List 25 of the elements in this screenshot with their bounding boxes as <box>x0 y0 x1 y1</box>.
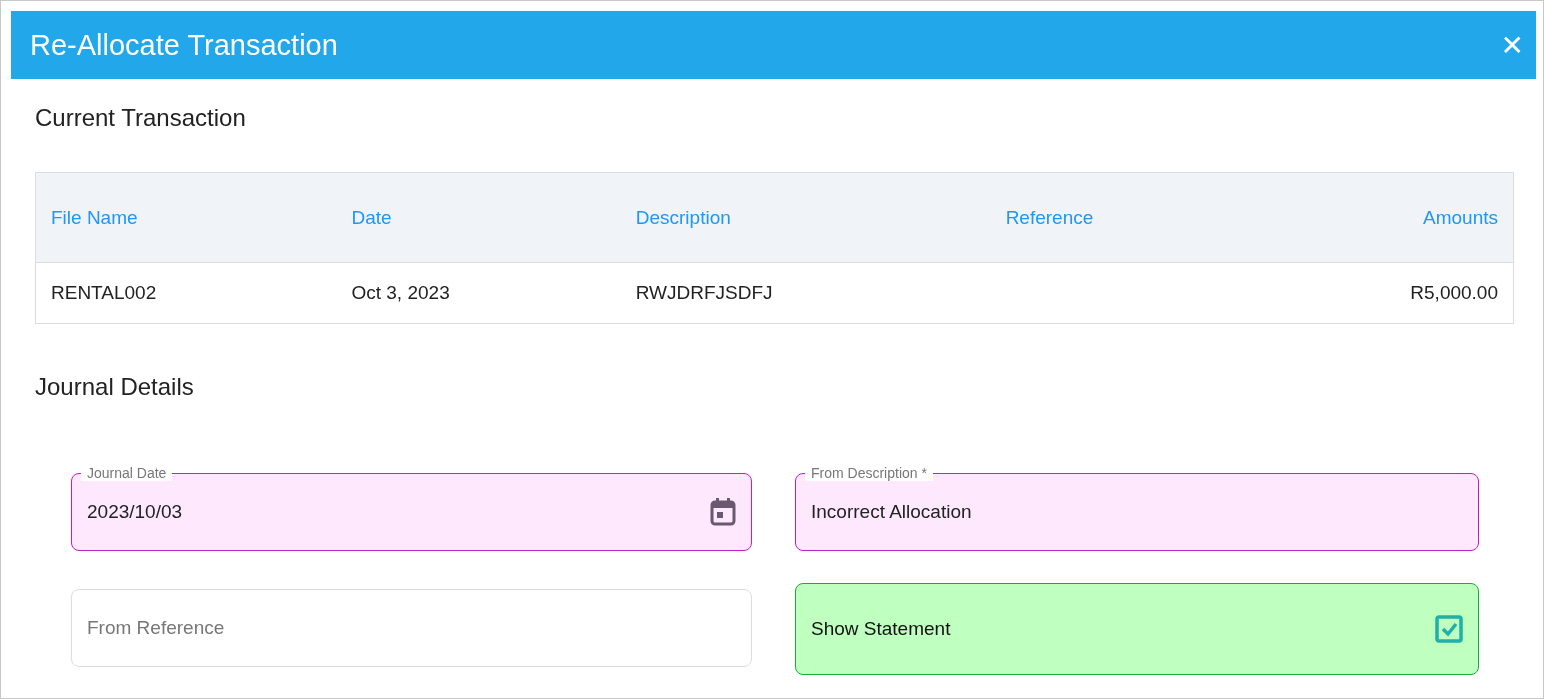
text-input[interactable]: From Reference <box>87 617 736 639</box>
section-heading: Journal Details <box>35 373 195 401</box>
dialog-title: Re-Allocate Transaction <box>30 28 338 62</box>
checkbox[interactable] <box>1435 615 1463 643</box>
date-input[interactable]: 2023/10/03 <box>87 501 710 523</box>
column-header: Description <box>620 172 991 263</box>
field-label: Journal Date <box>81 465 173 481</box>
section-heading: Current Transaction <box>35 104 247 132</box>
table-cell: RENTAL002 <box>35 262 337 324</box>
column-header: Reference <box>990 172 1252 263</box>
field-label: From Description * <box>805 465 933 481</box>
calendar-icon[interactable] <box>710 498 736 526</box>
text-field[interactable]: From Description * Incorrect Allocation <box>795 465 1479 551</box>
column-header: File Name <box>35 172 337 263</box>
table-cell: RWJDRFJSDFJ <box>620 262 991 324</box>
checkbox-label: Show Statement <box>811 618 951 640</box>
text-input[interactable]: Incorrect Allocation <box>811 501 1463 523</box>
input-box[interactable]: From Reference <box>71 589 752 667</box>
table-cell: Oct 3, 2023 <box>336 262 621 324</box>
column-header: Amounts <box>1251 172 1514 263</box>
date-field[interactable]: Journal Date 2023/10/03 <box>71 465 752 551</box>
text-field[interactable]: From Reference <box>71 581 752 675</box>
column-header: Date <box>336 172 621 263</box>
table-cell: R5,000.00 <box>1251 262 1514 324</box>
show-statement-toggle[interactable]: Show Statement <box>795 583 1479 675</box>
